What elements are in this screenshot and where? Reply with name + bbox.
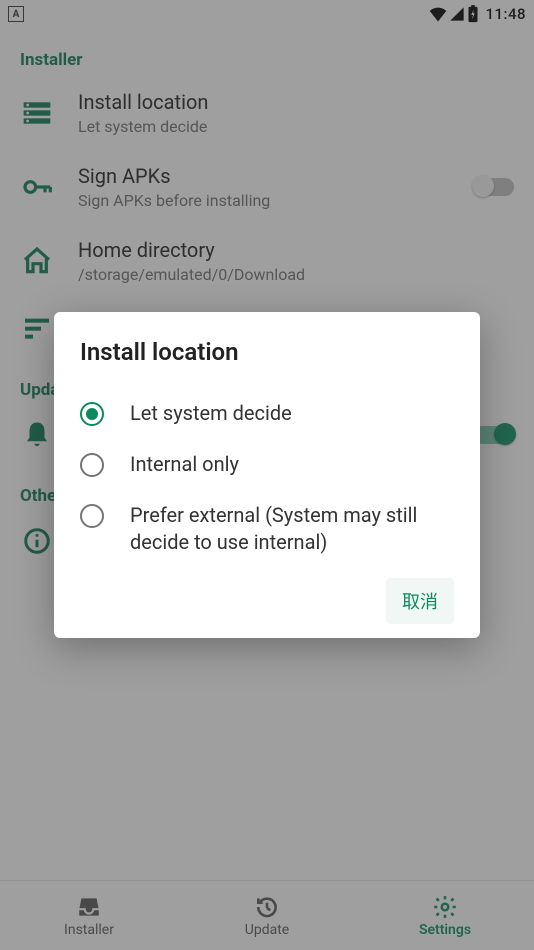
radio-option-system-decide[interactable]: Let system decide bbox=[80, 388, 454, 439]
install-location-dialog: Install location Let system decide Inter… bbox=[54, 312, 480, 638]
radio-icon bbox=[80, 504, 104, 528]
dialog-title: Install location bbox=[80, 338, 454, 366]
radio-option-prefer-external[interactable]: Prefer external (System may still decide… bbox=[80, 490, 454, 568]
radio-option-internal-only[interactable]: Internal only bbox=[80, 439, 454, 490]
radio-label: Internal only bbox=[130, 451, 239, 478]
radio-icon bbox=[80, 402, 104, 426]
radio-label: Prefer external (System may still decide… bbox=[130, 502, 454, 556]
dialog-scrim[interactable]: Install location Let system decide Inter… bbox=[0, 0, 534, 950]
radio-icon bbox=[80, 453, 104, 477]
cancel-button[interactable]: 取消 bbox=[386, 578, 454, 624]
radio-label: Let system decide bbox=[130, 400, 292, 427]
